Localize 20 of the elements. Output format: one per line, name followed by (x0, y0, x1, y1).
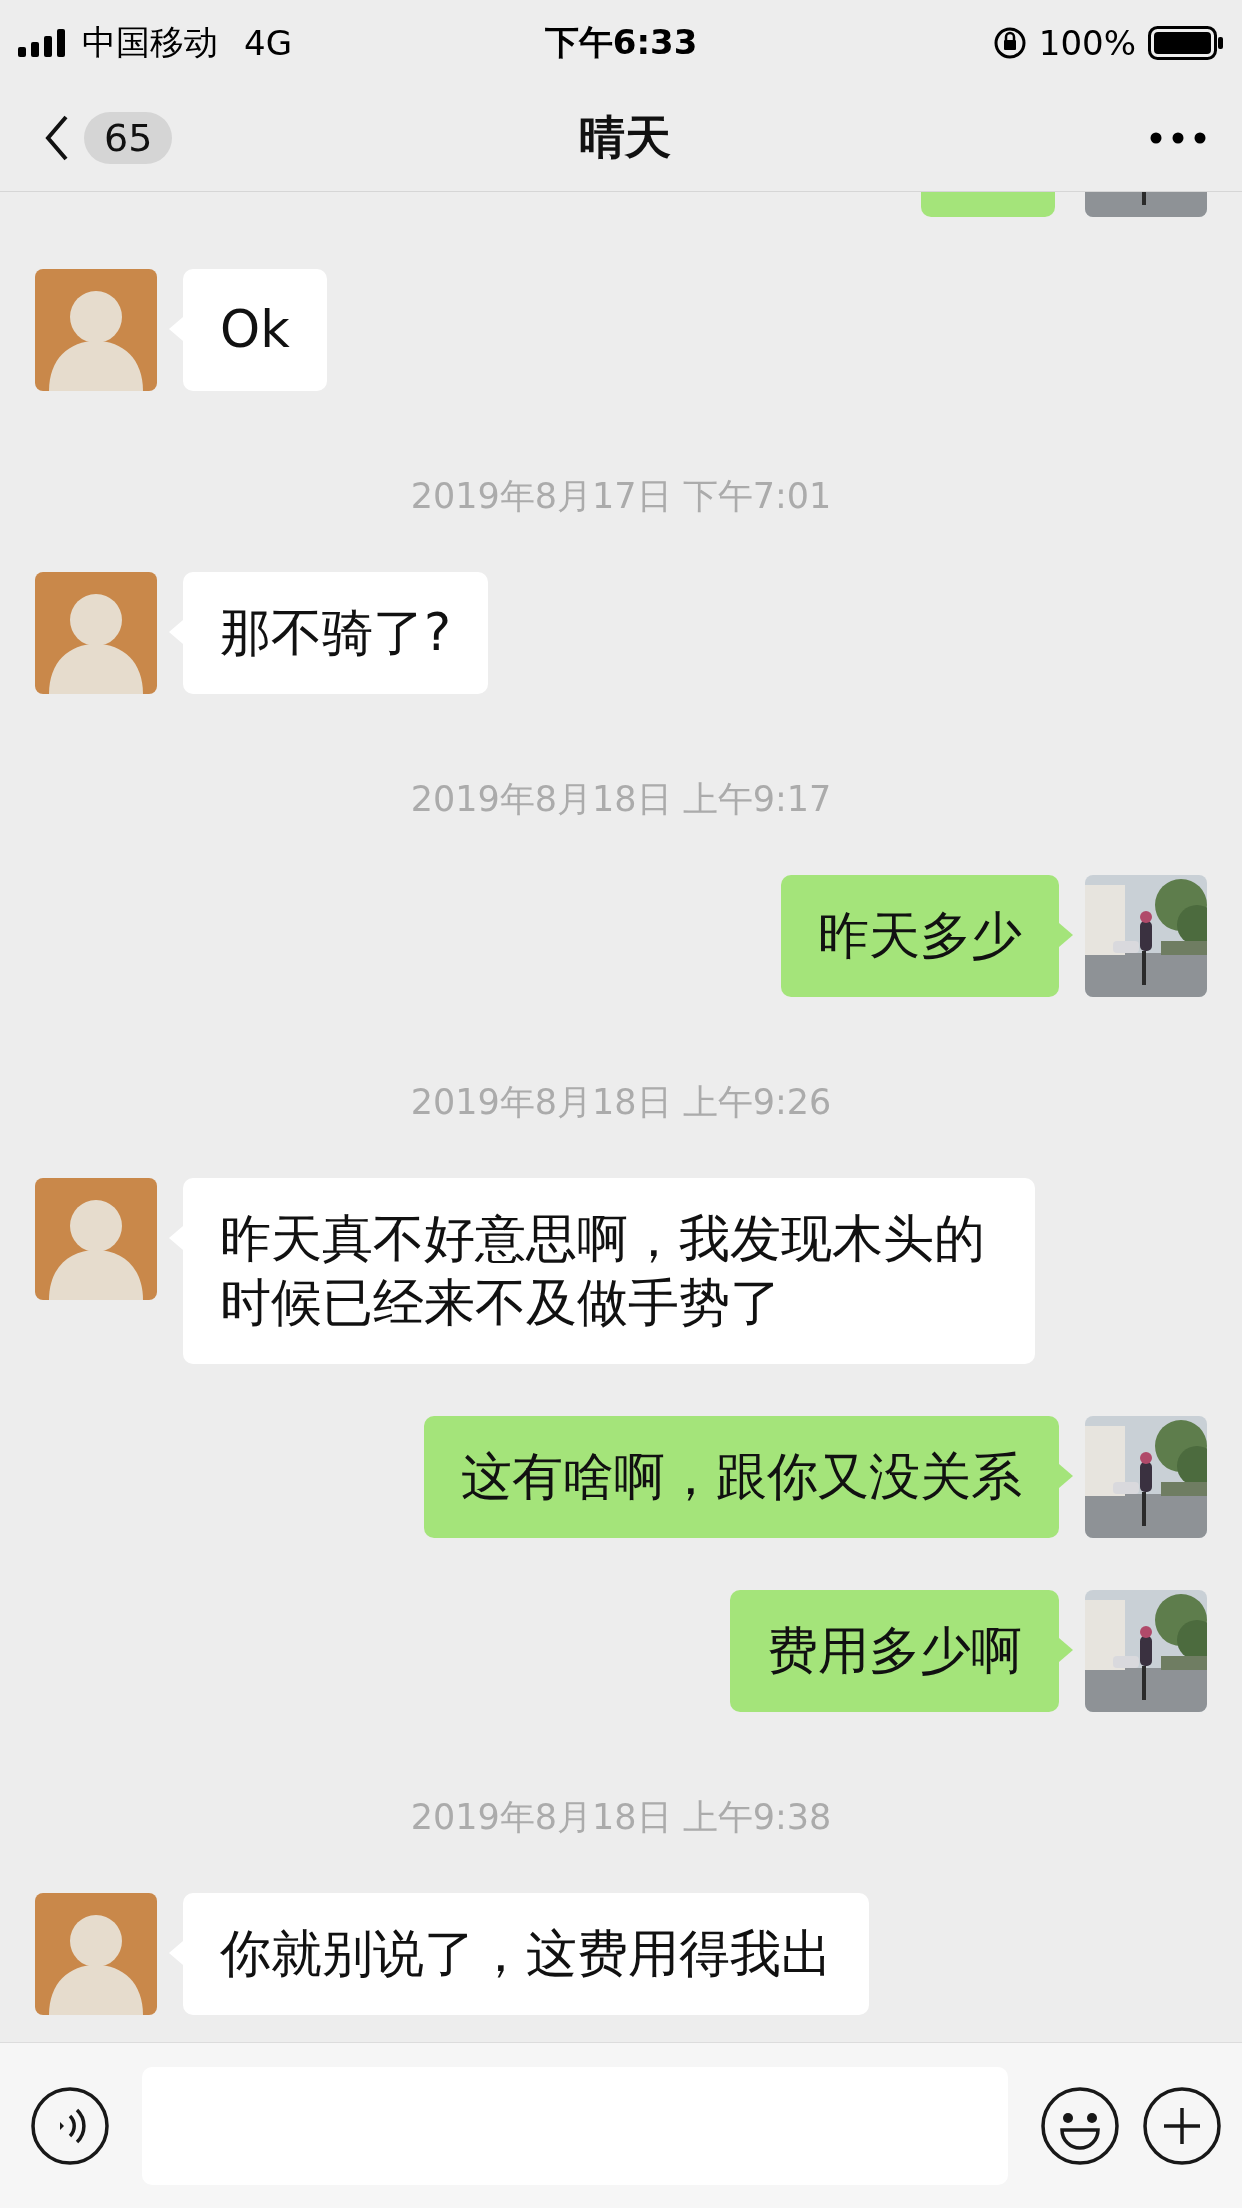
bubble-tail-icon (1059, 1464, 1073, 1488)
smiley-icon[interactable] (1040, 2085, 1120, 2166)
timestamp: 2019年8月18日 上午9:38 (410, 1796, 832, 1839)
battery-percent: 100% (1038, 22, 1136, 63)
timestamp: 2019年8月18日 上午9:26 (410, 1081, 832, 1124)
more-icon[interactable] (1150, 132, 1206, 144)
timestamp: 2019年8月18日 上午9:17 (410, 778, 832, 821)
back-icon[interactable] (44, 114, 70, 162)
network-type: 4G (244, 22, 292, 63)
carrier-name: 中国移动 (82, 20, 218, 64)
battery-icon (1148, 25, 1224, 60)
bubble-tail-icon (1059, 1638, 1073, 1662)
clock: 下午6:33 (544, 20, 698, 64)
bubble-tail-icon (1059, 923, 1073, 947)
rotation-lock-icon (992, 25, 1027, 60)
chat-title: 晴天 (579, 109, 671, 166)
unread-count-badge[interactable]: 65 (84, 112, 173, 164)
timestamp: 2019年8月17日 下午7:01 (410, 475, 832, 518)
voice-icon[interactable] (30, 2085, 110, 2166)
plus-icon[interactable] (1142, 2085, 1222, 2166)
